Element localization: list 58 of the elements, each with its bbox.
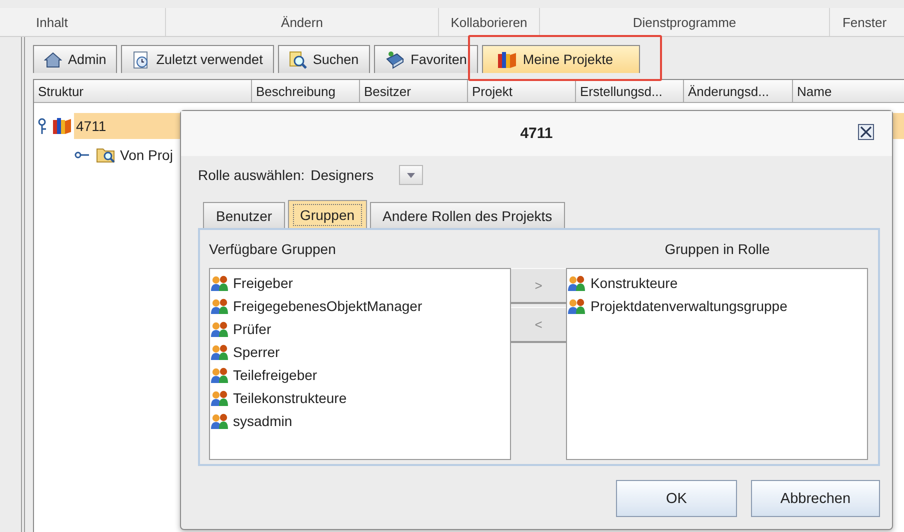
book-icon (384, 50, 405, 68)
tab[interactable]: Zuletzt verwendet (121, 45, 274, 73)
books-icon (52, 117, 72, 135)
role-value: Designers (310, 167, 375, 183)
column-header[interactable]: Name (793, 80, 904, 102)
key-icon (74, 150, 90, 160)
tab[interactable]: Andere Rollen des Projekts (370, 202, 566, 228)
group-icon (568, 274, 586, 290)
group-icon (211, 412, 229, 428)
column-header[interactable]: Besitzer (360, 80, 468, 102)
cancel-button[interactable]: Abbrechen (751, 480, 880, 517)
tab[interactable]: Favoriten (374, 45, 478, 73)
group-icon (211, 344, 229, 360)
menu-item[interactable]: Inhalt (30, 8, 165, 36)
caret-icon (406, 172, 415, 178)
column-header[interactable]: Änderungsd... (684, 80, 793, 102)
list-item[interactable]: Prüfer (233, 320, 272, 336)
tab[interactable]: Suchen (278, 45, 370, 73)
tree-item[interactable]: Von Proj (118, 142, 175, 168)
group-icon (211, 390, 229, 406)
list-item[interactable]: Sperrer (233, 344, 280, 360)
group-icon (568, 298, 586, 314)
dialog-title: 4711 (520, 125, 553, 142)
close-icon (858, 124, 874, 140)
menu-item[interactable]: Kollaborieren (438, 8, 539, 36)
clock-document-icon (132, 50, 150, 68)
column-header[interactable]: Projekt (468, 80, 576, 102)
folder-magnifier-icon (96, 146, 116, 164)
list-item[interactable]: Freigeber (233, 274, 293, 290)
house-icon (44, 52, 62, 68)
list-item[interactable]: Teilekonstrukteure (233, 390, 347, 406)
tab[interactable]: Gruppen (288, 200, 367, 228)
list-heading: Verfügbare Gruppen (209, 240, 337, 259)
menu-item[interactable]: Dienstprogramme (539, 8, 829, 36)
list-item[interactable]: Konstrukteure (590, 274, 678, 290)
group-icon (211, 274, 229, 290)
list-item[interactable]: Teilefreigeber (233, 366, 318, 382)
menu-item[interactable]: Fenster (829, 8, 899, 36)
tab[interactable]: Admin (33, 45, 118, 73)
role-label: Rolle auswählen: (198, 167, 305, 183)
tab[interactable]: Meine Projekte (482, 45, 640, 73)
group-icon (211, 320, 229, 336)
list-item[interactable]: sysadmin (233, 412, 292, 428)
list-item[interactable]: FreigegebenesObjektManager (233, 298, 422, 314)
group-icon (211, 366, 229, 382)
books-icon (496, 50, 517, 68)
column-header[interactable]: Struktur (34, 80, 252, 102)
column-header[interactable]: Beschreibung (252, 80, 360, 102)
group-icon (211, 298, 229, 314)
list-item[interactable]: Projektdatenverwaltungsgruppe (590, 298, 788, 314)
magnifier-icon (288, 50, 307, 68)
column-header[interactable]: Erstellungsd... (576, 80, 684, 102)
tab[interactable]: Benutzer (203, 202, 286, 228)
ok-button[interactable]: OK (616, 480, 737, 517)
close-button[interactable] (858, 124, 874, 140)
menu-item[interactable]: Ändern (165, 8, 438, 36)
dropdown-button[interactable] (398, 165, 423, 185)
list-heading: Gruppen in Rolle (664, 240, 771, 259)
